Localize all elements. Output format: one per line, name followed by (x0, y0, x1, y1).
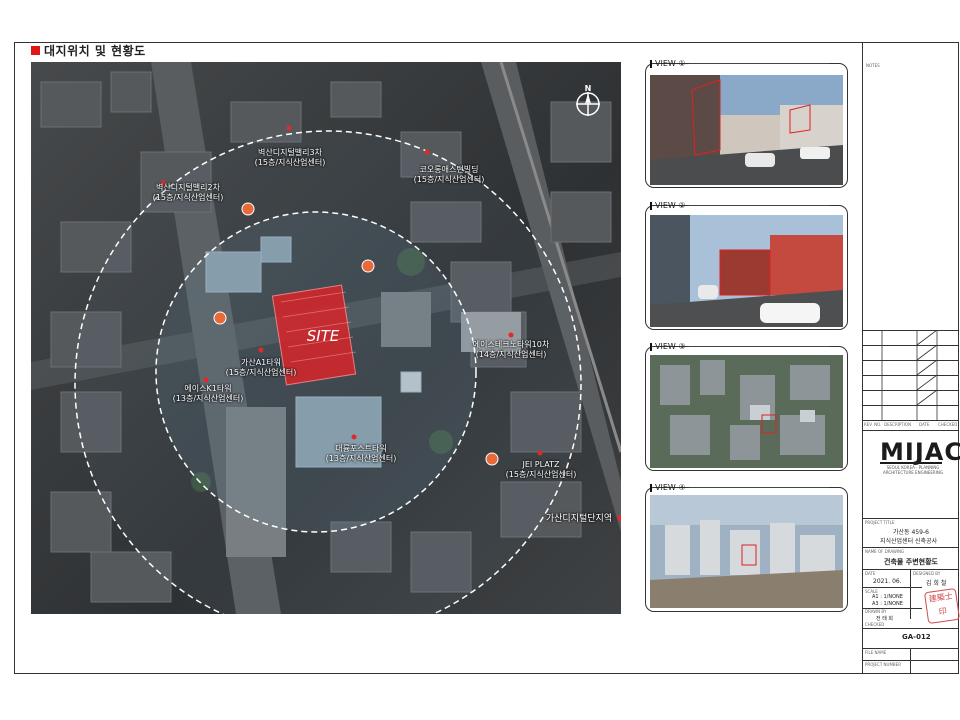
drawn-by-value: 전 태 희 (876, 616, 893, 622)
revision-table-lines (881, 330, 938, 420)
project-line-1: 가산동 459-6 (893, 529, 929, 536)
project-title-label: PROJECT TITLE (865, 520, 895, 525)
rev-header: DATE (919, 422, 930, 427)
drawing-title-label: NAME OF DRAWING (865, 549, 905, 554)
red-square-marker (31, 45, 40, 55)
view-tag: VIEW ② (650, 201, 829, 210)
building-label: JEI PLATZ (15층/지식산업센터) (505, 460, 577, 479)
scale-a1: A1 : 1/NONE (872, 594, 903, 600)
north-arrow-icon: N (576, 84, 600, 116)
checked-label: CHECKED (865, 622, 885, 627)
building-label: 에이스테크노타워10차 (14층/지식산업센터) (472, 340, 550, 359)
date-value: 2021. 06. (873, 578, 902, 585)
building-label: 벽산디지털밸리3차 (15층/지식산업센터) (254, 148, 326, 167)
architect-seal-stamp: 建築士印 (923, 587, 960, 625)
file-name-label: FILE NAME (865, 650, 887, 655)
street-photo-2 (650, 215, 843, 327)
view-tag: VIEW ④ (650, 483, 829, 492)
street-photo-1 (650, 75, 843, 185)
notes-label: NOTES (866, 63, 880, 68)
aerial-photo-3 (650, 355, 843, 468)
view-tag: VIEW ③ (650, 342, 829, 351)
building-label: 에이스K1타워 (13층/지식산업센터) (172, 384, 244, 403)
building-label: 코오롱애스턴빌딩 (15층/지식산업센터) (413, 165, 485, 184)
scale-a3: A3 : 1/NONE (872, 601, 903, 607)
designed-by-value: 김 희 철 (926, 580, 947, 587)
logo-underline (880, 462, 942, 464)
view-tag: VIEW ① (650, 59, 829, 68)
district-label: 가산디지털단지역 (545, 514, 613, 524)
building-label: 대륭포스트타워 (13층/지식산업센터) (325, 444, 397, 463)
rev-header: REV. NO. (864, 422, 882, 427)
building-label: 가산A1타워 (15층/지식산업센터) (225, 358, 297, 377)
heading-text: 대지위치 및 현황도 (44, 43, 146, 58)
aerial-photo-4 (650, 495, 843, 608)
section-heading: 대지위치 및 현황도 (31, 43, 146, 58)
logo-subtitle: SEOUL KOREA · PLANNING ARCHITECTURE ENGI… (883, 465, 943, 475)
aerial-site-map: 벽산디지털밸리3차 (15층/지식산업센터) 코오롱애스턴빌딩 (15층/지식산업센… (31, 62, 621, 614)
rev-header: CHECKED (938, 422, 958, 427)
project-line-2: 지식산업센터 신축공사 (880, 538, 938, 545)
drawing-title: 건축물 주변현황도 (884, 558, 938, 566)
north-letter: N (585, 84, 592, 93)
drawing-number: GA-012 (902, 633, 931, 641)
site-label: SITE (306, 327, 340, 345)
drawn-by-label: DRAWN BY (865, 609, 887, 614)
designed-by-label: DESIGNED BY (913, 571, 941, 576)
date-label: DATE (865, 571, 876, 576)
project-number-label: PROJECT NUMBER (865, 662, 901, 667)
rev-header: DESCRIPTION (884, 422, 912, 427)
building-label: 벽산디지털밸리2차 (15층/지식산업센터) (152, 183, 224, 202)
